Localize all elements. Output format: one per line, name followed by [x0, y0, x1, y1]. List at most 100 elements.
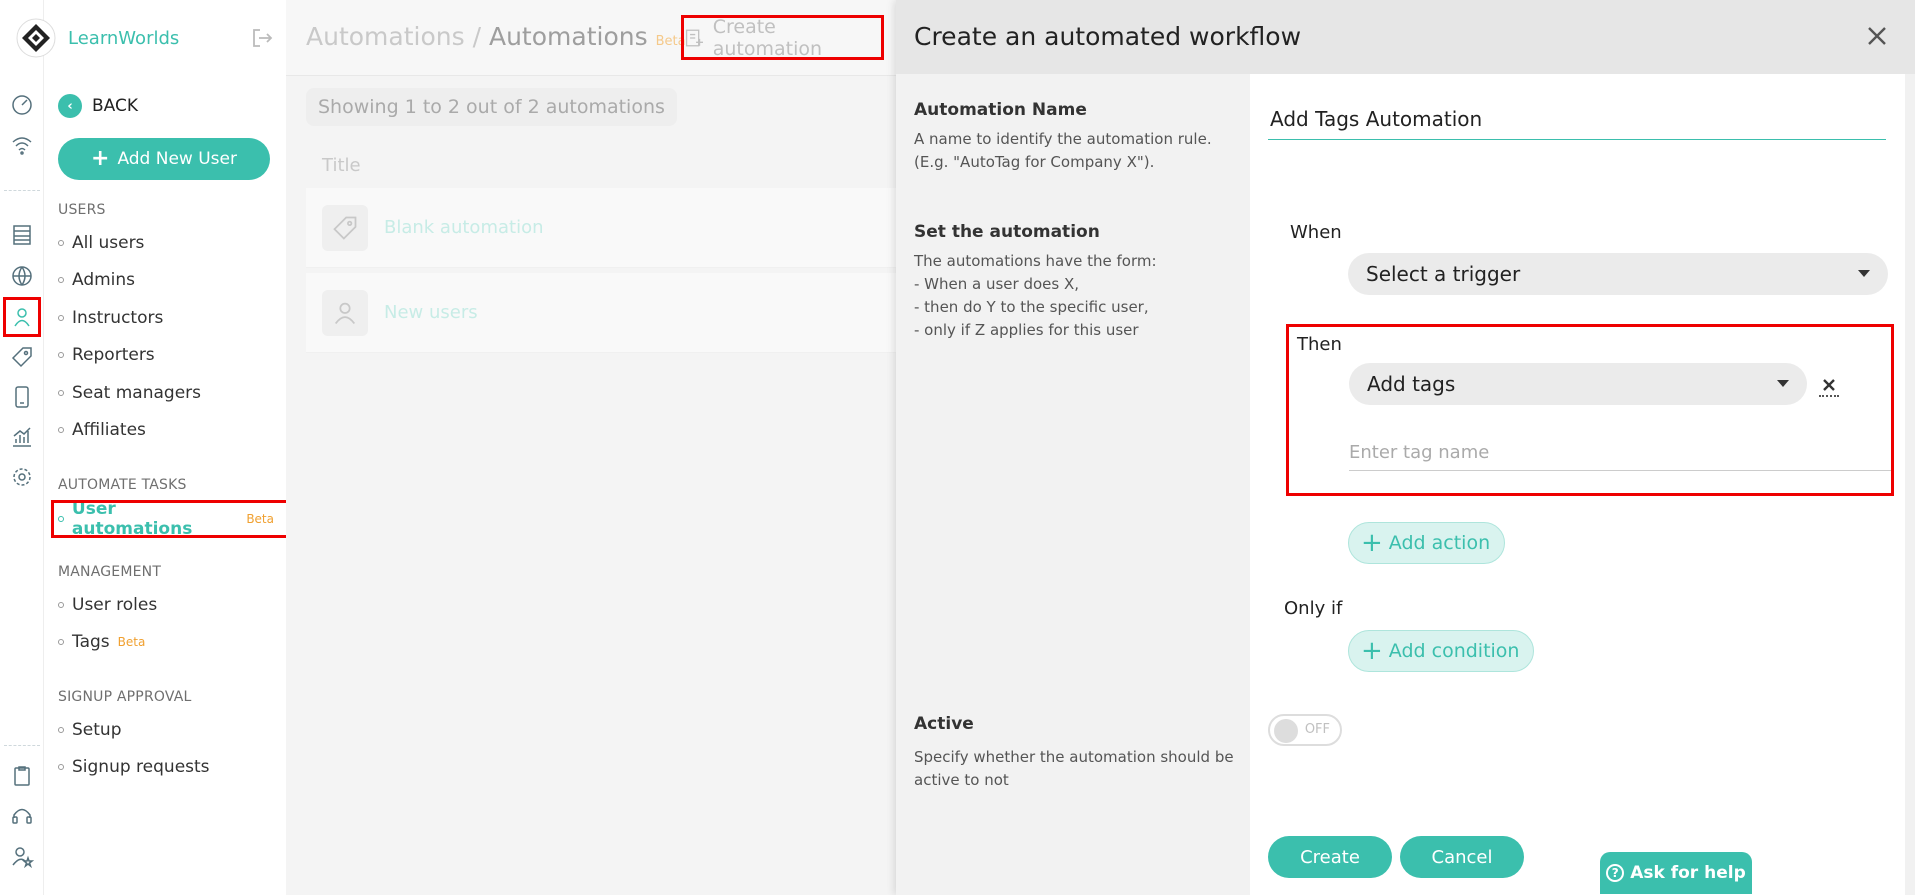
users-icon[interactable]: [3, 297, 41, 337]
add-condition-button[interactable]: + Add condition: [1348, 630, 1535, 672]
wifi-icon[interactable]: [9, 132, 35, 158]
mobile-icon[interactable]: [9, 384, 35, 410]
brand[interactable]: LearnWorlds: [16, 18, 179, 58]
bullet-icon: [58, 427, 64, 433]
row-title[interactable]: Blank automation: [384, 217, 544, 238]
action-select[interactable]: Add tags: [1349, 363, 1807, 405]
page-title: Automations: [488, 22, 648, 51]
section-signup-approval: SIGNUP APPROVAL: [58, 689, 192, 705]
analytics-icon[interactable]: [9, 424, 35, 450]
bullet-icon: [58, 639, 64, 645]
clipboard-icon[interactable]: [9, 763, 35, 789]
pages-icon[interactable]: [9, 222, 35, 248]
trigger-select-value: Select a trigger: [1366, 262, 1521, 286]
tag-name-input[interactable]: Enter tag name: [1349, 435, 1891, 471]
breadcrumb: Automations / Automations Beta: [306, 22, 686, 51]
remove-action-icon[interactable]: [1819, 375, 1839, 397]
action-select-value: Add tags: [1367, 372, 1456, 396]
automation-name-input[interactable]: Add Tags Automation: [1268, 98, 1886, 140]
set-automation-label: Set the automation: [914, 222, 1100, 242]
plus-icon: +: [1361, 636, 1383, 666]
add-new-user-button[interactable]: + Add New User: [58, 138, 270, 180]
modal-header: Create an automated workflow: [896, 0, 1915, 74]
add-new-user-label: Add New User: [117, 149, 237, 169]
sidebar-item-seat-managers[interactable]: Seat managers: [58, 379, 201, 407]
settings-icon[interactable]: [9, 464, 35, 490]
ask-for-help-label: Ask for help: [1630, 863, 1746, 883]
globe-icon[interactable]: [9, 263, 35, 289]
sidebar-item-signup-requests[interactable]: Signup requests: [58, 753, 210, 781]
create-automation-button[interactable]: Create automation: [681, 15, 884, 60]
user-icon: [322, 289, 368, 336]
active-toggle[interactable]: OFF: [1268, 714, 1342, 746]
rail-divider: [4, 190, 40, 191]
section-automate-tasks: AUTOMATE TASKS: [58, 477, 187, 493]
add-action-label: Add action: [1388, 532, 1491, 554]
bullet-icon: [58, 516, 64, 522]
caret-down-icon: [1858, 270, 1870, 277]
bullet-icon: [58, 764, 64, 770]
sidebar-item-admins[interactable]: Admins: [58, 266, 135, 294]
automation-name-description: A name to identify the automation rule. …: [914, 130, 1212, 171]
sidebar-item-all-users[interactable]: All users: [58, 229, 144, 257]
sidebar: LearnWorlds ‹ BACK + Add New User USERS …: [16, 0, 289, 895]
close-icon[interactable]: [1865, 24, 1889, 48]
create-document-icon: [685, 29, 704, 46]
sidebar-item-user-roles[interactable]: User roles: [58, 591, 157, 619]
then-label: Then: [1297, 334, 1342, 355]
sidebar-item-reporters[interactable]: Reporters: [58, 341, 155, 369]
caret-down-icon: [1777, 380, 1789, 387]
bullet-icon: [58, 352, 64, 358]
create-button[interactable]: Create: [1268, 836, 1392, 878]
ask-for-help-button[interactable]: ? Ask for help: [1600, 852, 1752, 894]
trigger-select[interactable]: Select a trigger: [1348, 253, 1888, 295]
dashboard-icon[interactable]: [9, 92, 35, 118]
sidebar-item-instructors[interactable]: Instructors: [58, 304, 163, 332]
only-if-label: Only if: [1284, 598, 1343, 619]
back-link[interactable]: ‹ BACK: [58, 94, 138, 118]
sidebar-item-label: Signup requests: [72, 757, 210, 777]
sidebar-item-affiliates[interactable]: Affiliates: [58, 416, 146, 444]
sidebar-item-tags[interactable]: Tags Beta: [58, 628, 145, 656]
description-line: - only if Z applies for this user: [914, 321, 1139, 339]
section-management: MANAGEMENT: [58, 564, 162, 580]
toggle-state: OFF: [1304, 722, 1330, 737]
beta-badge: Beta: [117, 635, 146, 649]
bullet-icon: [58, 315, 64, 321]
bullet-icon: [58, 727, 64, 733]
sidebar-item-setup[interactable]: Setup: [58, 716, 121, 744]
chevron-left-icon: ‹: [58, 94, 82, 118]
description-line: - then do Y to the specific user,: [914, 298, 1149, 316]
user-star-icon[interactable]: [9, 843, 35, 869]
column-header-title[interactable]: Title: [322, 155, 361, 176]
sidebar-item-label: Affiliates: [72, 420, 146, 440]
sidebar-item-label: Setup: [72, 720, 122, 740]
add-action-button[interactable]: + Add action: [1348, 522, 1506, 564]
bullet-icon: [58, 602, 64, 608]
question-icon: ?: [1606, 864, 1625, 882]
modal-descriptions-column: Automation Name A name to identify the a…: [896, 74, 1250, 895]
cancel-button[interactable]: Cancel: [1400, 836, 1524, 878]
headset-icon[interactable]: [9, 803, 35, 829]
plus-icon: +: [1361, 528, 1383, 558]
description-line: - When a user does X,: [914, 275, 1080, 293]
exit-icon[interactable]: [250, 26, 274, 50]
tag-rail-icon[interactable]: [9, 344, 35, 370]
then-action-group: Then Add tags Enter tag name: [1286, 324, 1894, 496]
bullet-icon: [58, 277, 64, 283]
sidebar-item-label: User automations: [71, 499, 193, 539]
plus-icon: +: [91, 146, 110, 171]
icon-rail: [0, 0, 44, 895]
modal-scrollbar[interactable]: [1905, 74, 1915, 895]
sidebar-item-user-automations[interactable]: User automations Beta: [51, 499, 289, 539]
tag-icon: [322, 204, 368, 251]
bullet-icon: [58, 240, 64, 246]
breadcrumb-automations-link[interactable]: Automations: [306, 22, 465, 51]
automations-list-panel: Automations / Automations Beta Create au…: [286, 0, 896, 895]
table-row[interactable]: Blank automation: [306, 188, 896, 268]
back-label: BACK: [92, 96, 139, 116]
sidebar-item-label: Admins: [72, 270, 136, 290]
row-title[interactable]: New users: [384, 302, 478, 323]
active-label: Active: [914, 714, 974, 734]
table-row[interactable]: New users: [306, 273, 896, 353]
